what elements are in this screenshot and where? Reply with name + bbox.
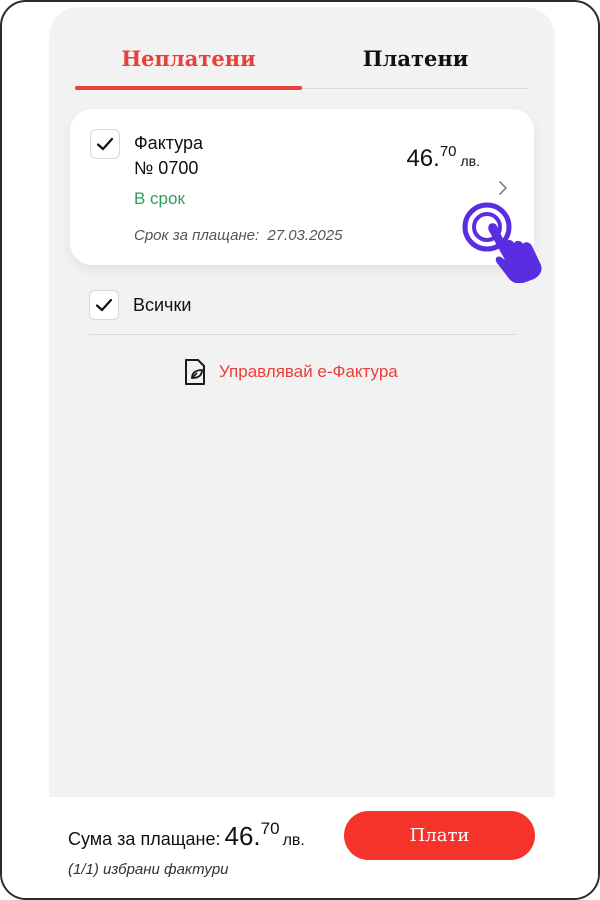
invoice-number: № 0700 (134, 158, 199, 178)
total-currency: лв. (282, 832, 305, 849)
tab-bar: Неплатени Платени (75, 27, 529, 90)
active-tab-indicator (75, 86, 302, 90)
total-amount-int: 46. (224, 821, 261, 851)
checkmark-icon (96, 137, 114, 151)
tab-unpaid[interactable]: Неплатени (75, 27, 302, 89)
pay-button[interactable]: Плати (344, 811, 535, 860)
tap-hand-cursor-icon (462, 202, 542, 283)
app-screen: Неплатени Платени Фактура № 0700 В срок … (49, 7, 555, 797)
select-all-label: Всички (133, 295, 192, 315)
total-amount-dec: 70 (260, 819, 280, 838)
due-label: Срок за плащане: (134, 227, 260, 244)
invoice-title: Фактура № 0700 (134, 131, 334, 181)
section-divider (89, 334, 517, 335)
due-date: 27.03.2025 (267, 227, 343, 244)
select-all-row[interactable]: Всички (89, 285, 517, 329)
total-sum: Сума за плащане: 46.70лв. (68, 819, 305, 852)
invoice-checkbox[interactable] (90, 129, 120, 159)
invoice-currency: лв. (460, 153, 481, 169)
checkmark-icon (95, 298, 113, 312)
invoice-amount-int: 46. (406, 145, 440, 172)
payment-footer: Сума за плащане: 46.70лв. (1/1) избрани ф… (2, 797, 598, 898)
manage-einvoice-link[interactable]: Управлявай е-Фактура (183, 357, 398, 387)
manage-einvoice-label: Управлявай е-Фактура (219, 362, 398, 381)
tab-paid[interactable]: Платени (302, 27, 529, 89)
invoice-status: В срок (134, 189, 185, 208)
invoice-due: Срок за плащане: 27.03.2025 (134, 227, 342, 244)
screen-frame: Неплатени Платени Фактура № 0700 В срок … (0, 0, 600, 900)
invoice-amount-dec: 70 (439, 143, 457, 160)
document-leaf-icon (185, 359, 205, 385)
invoice-title-line1: Фактура (134, 133, 204, 153)
total-sum-label: Сума за плащане: (68, 829, 221, 849)
selected-invoices-count: (1/1) избрани фактури (68, 861, 229, 878)
select-all-checkbox[interactable] (89, 290, 119, 320)
chevron-right-icon[interactable] (496, 179, 510, 197)
invoice-amount: 46.70лв. (406, 143, 480, 173)
